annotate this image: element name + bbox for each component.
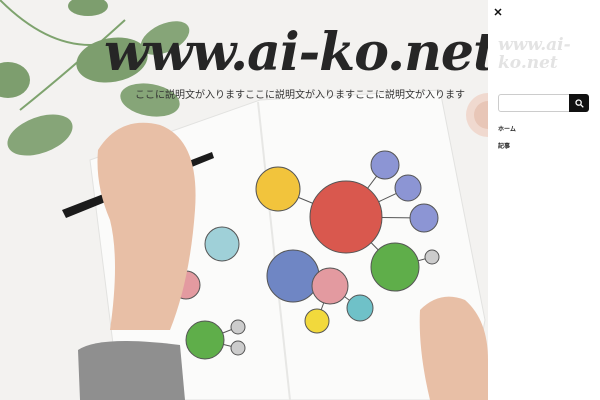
side-panel: www.ai-ko.net ホーム 記事 bbox=[488, 0, 600, 400]
search-button[interactable] bbox=[569, 94, 589, 112]
menu-link-articles[interactable]: 記事 bbox=[498, 141, 510, 150]
panel-site-title[interactable]: www.ai-ko.net bbox=[498, 36, 593, 72]
menu-link-home[interactable]: ホーム bbox=[498, 124, 516, 133]
close-icon[interactable] bbox=[491, 4, 505, 18]
search-icon bbox=[575, 99, 584, 108]
search-form bbox=[498, 94, 589, 112]
search-input[interactable] bbox=[498, 94, 571, 112]
